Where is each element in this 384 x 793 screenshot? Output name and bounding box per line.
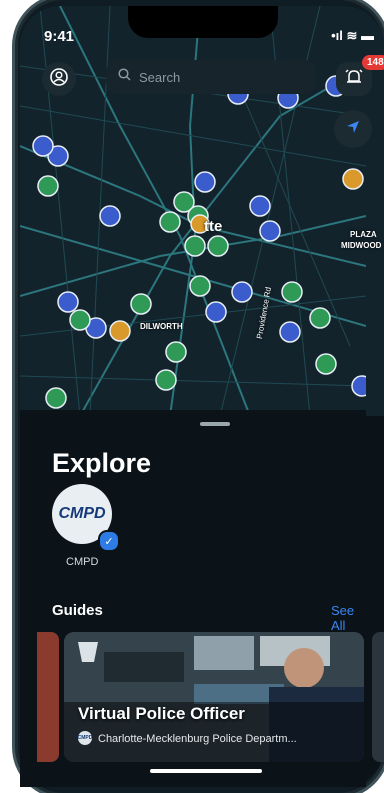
search-icon	[118, 68, 131, 86]
cmpd-label: CMPD	[66, 556, 99, 568]
home-indicator[interactable]	[150, 769, 262, 773]
guide-card-publisher: Charlotte-Mecklenburg Police Departm...	[98, 733, 297, 745]
map-label-city: tte	[204, 218, 223, 235]
guide-card-next[interactable]	[372, 632, 384, 762]
explore-sheet[interactable]: Explore CMPD ✓ CMPD Guides See All Virtu…	[20, 410, 384, 787]
location-arrow-icon	[345, 119, 361, 140]
guide-card-title: Virtual Police Officer	[78, 704, 245, 723]
search-bar[interactable]: Search	[106, 60, 316, 94]
explore-title: Explore	[52, 448, 152, 478]
map-label-plaza: PLAZA	[350, 230, 377, 239]
status-indicators: •ıl ≋ ▬	[331, 28, 374, 43]
profile-button[interactable]	[42, 62, 76, 96]
map-label-dilworth: DILWORTH	[140, 322, 183, 331]
notification-count-badge: 148	[362, 55, 384, 70]
guide-card-previous[interactable]	[37, 632, 59, 762]
cmpd-mini-logo-icon: CMPD	[78, 731, 92, 745]
person-icon	[50, 67, 68, 91]
cmpd-logo-text: CMPD	[58, 505, 106, 522]
notch	[128, 6, 278, 38]
search-input[interactable]: Search	[139, 70, 180, 85]
map-label-midwood: MIDWOOD	[341, 241, 382, 250]
locate-me-button[interactable]	[334, 110, 372, 148]
status-time: 9:41	[44, 28, 75, 45]
alarm-icon	[344, 67, 364, 92]
sheet-grabber[interactable]	[200, 422, 230, 426]
guides-heading: Guides	[52, 602, 103, 619]
guide-card[interactable]: Virtual Police Officer CMPD Charlotte-Me…	[64, 632, 364, 762]
verified-check-icon: ✓	[98, 530, 120, 552]
see-all-link[interactable]: See All	[331, 603, 366, 633]
